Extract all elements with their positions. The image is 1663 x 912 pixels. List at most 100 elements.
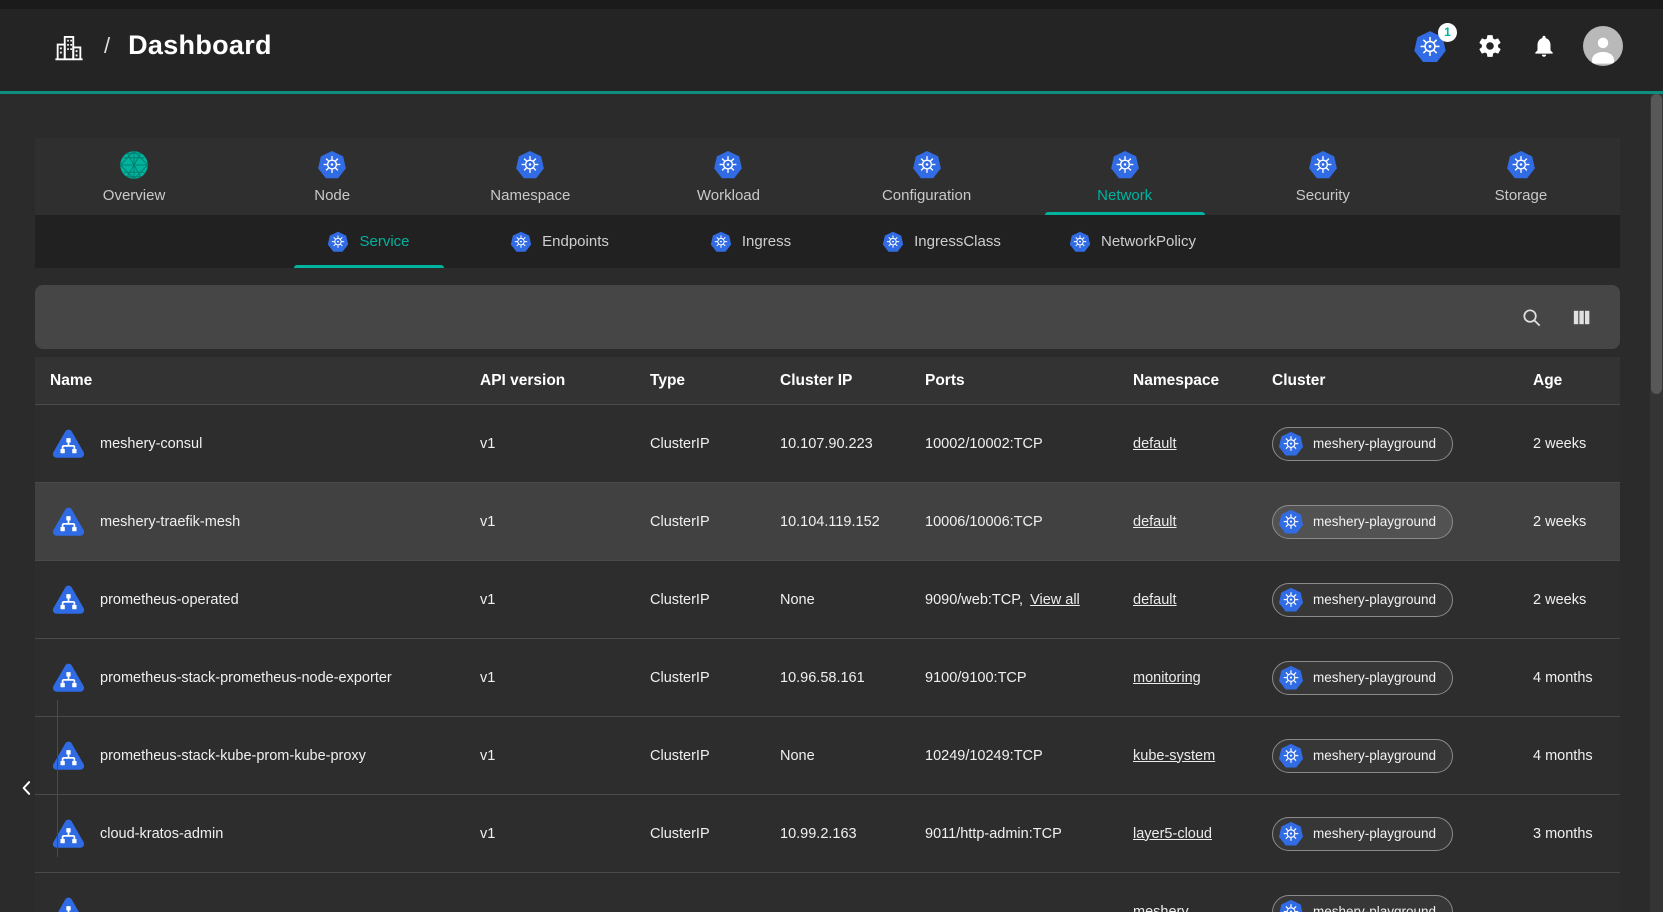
table-row[interactable]: prometheus-stack-prometheus-node-exporte… [35,638,1620,716]
cluster-chip[interactable]: meshery-playground [1272,739,1453,773]
service-resource-icon [50,814,87,854]
cluster-ip: 10.107.90.223 [780,436,925,452]
view-columns-icon [1570,306,1593,329]
subtab-ingressclass[interactable]: IngressClass [846,215,1037,268]
service-type: ClusterIP [650,670,780,686]
col-header-name[interactable]: Name [35,372,480,390]
cluster-ip: None [780,748,925,764]
tab-security[interactable]: Security [1224,138,1422,215]
age-value: 2 weeks [1533,592,1620,608]
tab-label: Namespace [490,187,570,204]
tab-overview[interactable]: Overview [35,138,233,215]
col-header-age[interactable]: Age [1533,372,1620,390]
cluster-ip: 10.104.119.152 [780,514,925,530]
col-header-cluster-ip[interactable]: Cluster IP [780,372,925,390]
table-toolbar [35,285,1620,349]
cluster-chip[interactable]: meshery-playground [1272,427,1453,461]
table-header-row: Name API version Type Cluster IP Ports N… [35,357,1620,404]
cluster-chip[interactable]: meshery-playground [1272,661,1453,695]
cluster-name: meshery-playground [1313,514,1436,529]
col-header-ports[interactable]: Ports [925,372,1133,390]
tab-label: Workload [697,187,760,204]
table-row[interactable]: meshery-consul v1 ClusterIP 10.107.90.22… [35,404,1620,482]
subtab-ingress[interactable]: Ingress [655,215,846,268]
tab-configuration[interactable]: Configuration [828,138,1026,215]
namespace-link[interactable]: layer5-cloud [1133,826,1212,842]
namespace-link[interactable]: default [1133,436,1177,452]
subtab-service[interactable]: Service [273,215,464,268]
namespace-link[interactable]: monitoring [1133,670,1201,686]
table-body: meshery-consul v1 ClusterIP 10.107.90.22… [35,404,1620,912]
service-type: ClusterIP [650,592,780,608]
search-icon [1520,306,1543,329]
column-visibility-button[interactable] [1566,302,1596,332]
cluster-ip: 10.99.2.163 [780,826,925,842]
kubernetes-icon [882,231,904,253]
table-row[interactable]: prometheus-stack-kube-prom-kube-proxy v1… [35,716,1620,794]
table-row[interactable]: cloud-kratos-admin v1 ClusterIP 10.99.2.… [35,794,1620,872]
service-resource-icon [50,502,87,542]
tab-label: Configuration [882,187,971,204]
kubernetes-icon [912,150,942,180]
resource-category-tabs: Overview Node Namespace Workload Configu… [35,138,1620,215]
breadcrumb: / Dashboard [52,29,272,63]
api-version: v1 [480,514,650,530]
cluster-name: meshery-playground [1313,592,1436,607]
table-row[interactable]: meshery-traefik-mesh v1 ClusterIP 10.104… [35,482,1620,560]
kubernetes-context-button[interactable]: 1 [1413,27,1451,65]
settings-button[interactable] [1475,31,1505,61]
view-all-link[interactable]: View all [1030,592,1080,608]
service-resource-icon [50,424,87,464]
scrollbar[interactable] [1650,94,1663,912]
notifications-button[interactable] [1529,31,1559,61]
age-value: 2 weeks [1533,514,1620,530]
cluster-chip[interactable]: meshery-playground [1272,505,1453,539]
cluster-chip[interactable]: meshery-playground [1272,895,1453,912]
tab-storage[interactable]: Storage [1422,138,1620,215]
cluster-chip[interactable]: meshery-playground [1272,817,1453,851]
namespace-link[interactable]: kube-system [1133,748,1215,764]
kubernetes-icon [713,150,743,180]
cluster-name: meshery-playground [1313,670,1436,685]
drawer-divider [57,700,58,857]
user-avatar[interactable] [1583,26,1623,66]
col-header-cluster[interactable]: Cluster [1272,372,1533,390]
scrollbar-thumb[interactable] [1651,94,1662,394]
kubernetes-icon [1506,150,1536,180]
subtab-label: Service [359,233,409,250]
kubernetes-icon [1278,587,1304,613]
col-header-api-version[interactable]: API version [480,372,650,390]
ports-value: 9090/web:TCP, [925,592,1023,608]
subtab-label: NetworkPolicy [1101,233,1196,250]
service-type: ClusterIP [650,748,780,764]
cluster-chip[interactable]: meshery-playground [1272,583,1453,617]
tab-workload[interactable]: Workload [629,138,827,215]
ports-value: 10249/10249:TCP [925,748,1043,764]
col-header-type[interactable]: Type [650,372,780,390]
namespace-link[interactable]: default [1133,592,1177,608]
namespace-link[interactable]: default [1133,514,1177,530]
tab-network[interactable]: Network [1026,138,1224,215]
api-version: v1 [480,592,650,608]
tab-namespace[interactable]: Namespace [431,138,629,215]
drawer-collapse-handle[interactable] [10,768,44,808]
namespace-link[interactable]: meshery [1133,904,1189,912]
search-button[interactable] [1516,302,1546,332]
cluster-name: meshery-playground [1313,748,1436,763]
cluster-name: meshery-playground [1313,904,1436,912]
table-row[interactable]: meshery meshery-playground [35,872,1620,912]
subtab-label: Endpoints [542,233,609,250]
table-row[interactable]: prometheus-operated v1 ClusterIP None 90… [35,560,1620,638]
col-header-namespace[interactable]: Namespace [1133,372,1272,390]
service-type: ClusterIP [650,826,780,842]
kubernetes-icon [1278,899,1304,912]
person-icon [1586,31,1620,65]
subtab-endpoints[interactable]: Endpoints [464,215,655,268]
age-value: 3 months [1533,826,1620,842]
organization-icon[interactable] [52,29,86,63]
service-name: prometheus-operated [100,592,239,608]
service-name: meshery-traefik-mesh [100,514,240,530]
subtab-networkpolicy[interactable]: NetworkPolicy [1037,215,1228,268]
tab-node[interactable]: Node [233,138,431,215]
breadcrumb-separator: / [104,33,110,59]
